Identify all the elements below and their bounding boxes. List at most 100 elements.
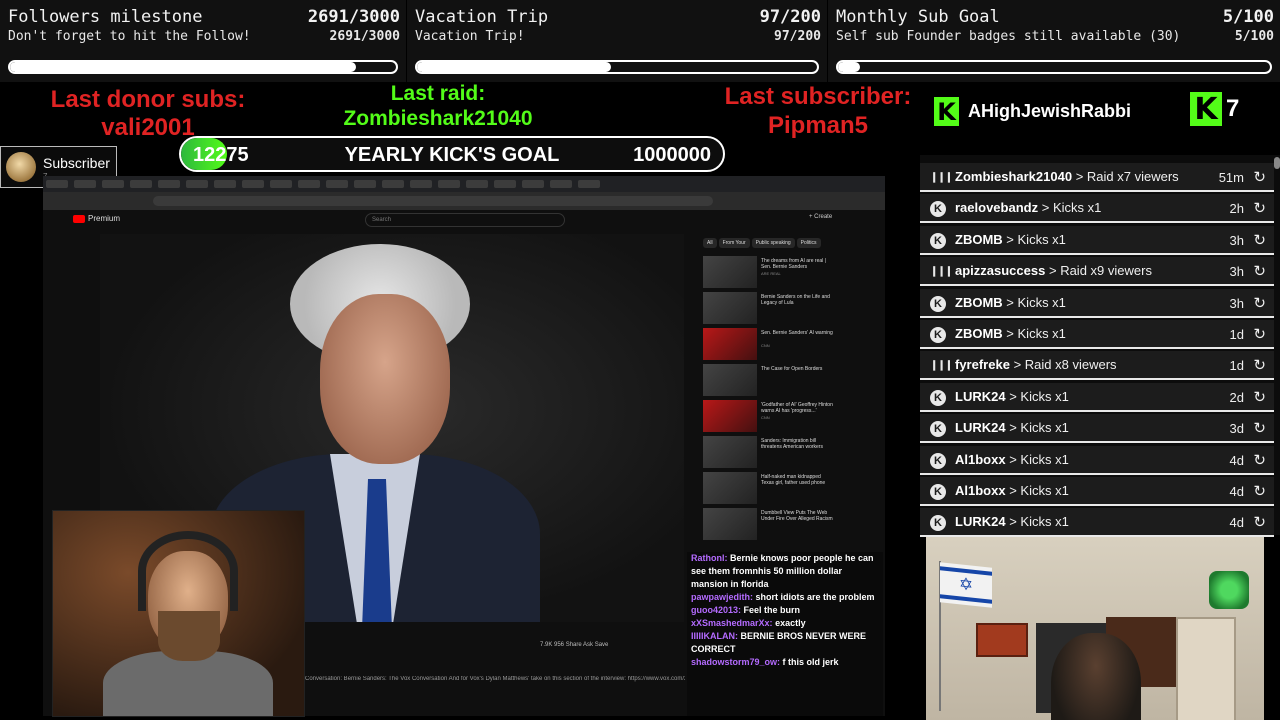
browser-tab-strip[interactable] bbox=[43, 176, 885, 192]
feed-user: apizzasuccess bbox=[955, 263, 1046, 279]
kick-icon: K bbox=[930, 515, 946, 532]
feed-time: 3h bbox=[1229, 232, 1244, 248]
replay-icon[interactable]: ↻ bbox=[1253, 231, 1266, 249]
feed-action: Kicks x1 bbox=[1017, 326, 1066, 341]
feed-item[interactable]: K Al1boxx > Kicks x1 4d ↻ bbox=[920, 445, 1274, 475]
feed-item[interactable]: K LURK24 > Kicks x1 2d ↻ bbox=[920, 382, 1274, 412]
feed-user: Al1boxx bbox=[955, 451, 1006, 467]
feed-action: Kicks x1 bbox=[1020, 514, 1069, 530]
stream-chat: Rathonl: Bernie knows poor people he can… bbox=[687, 552, 883, 716]
feed-time: 4d bbox=[1229, 484, 1244, 499]
replay-icon[interactable]: ↻ bbox=[1253, 262, 1266, 280]
feed-user: Zombieshark21040 bbox=[955, 169, 1073, 184]
feed-user: fyrefreke bbox=[955, 357, 1010, 373]
browser-toolbar bbox=[43, 192, 885, 210]
replay-icon[interactable]: ↻ bbox=[1253, 513, 1266, 531]
feed-item[interactable]: K ZBOMB > Kicks x1 1d ↻ bbox=[920, 320, 1274, 349]
replay-icon[interactable]: ↻ bbox=[1253, 451, 1266, 469]
filter-chips: All From Your Public speaking Politics bbox=[703, 238, 823, 248]
goal-subtitle: Self sub Founder badges still available … bbox=[836, 29, 1181, 44]
recommended-video[interactable]: 'Godfather of AI' Geoffrey Hinton warns … bbox=[703, 400, 843, 436]
guest-webcam: ✡ bbox=[926, 537, 1264, 720]
chip[interactable]: All bbox=[703, 238, 717, 248]
chip[interactable]: Politics bbox=[796, 238, 821, 248]
feed-user: LURK24 bbox=[955, 514, 1006, 530]
feed-action: Kicks x1 bbox=[1017, 294, 1066, 310]
chip[interactable]: From Your bbox=[718, 238, 750, 248]
recommended-video[interactable]: The dreams from AI are real | Sen. Berni… bbox=[703, 256, 843, 292]
feed-item[interactable]: K LURK24 > Kicks x1 4d ↻ bbox=[920, 508, 1274, 538]
replay-icon[interactable]: ↻ bbox=[1253, 199, 1266, 217]
feed-user: LURK24 bbox=[955, 420, 1006, 436]
goal-count: 2691/3000 bbox=[307, 7, 400, 27]
search-input[interactable]: Search bbox=[365, 213, 565, 227]
kick-top-user: AHighJewishRabbi bbox=[968, 101, 1132, 121]
feed-time: 3h bbox=[1229, 264, 1244, 280]
recommended-video[interactable]: Sanders: Immigration bill threatens Amer… bbox=[703, 436, 843, 472]
kick-icon: K bbox=[930, 421, 946, 438]
feed-time: 2d bbox=[1229, 389, 1244, 405]
recommended-video[interactable]: Half-naked man kidnapped Texas girl, fat… bbox=[703, 472, 843, 508]
goal-subcount: 5/100 bbox=[1234, 29, 1274, 44]
video-actions[interactable]: 7.9K 956 Share Ask Save bbox=[540, 642, 608, 648]
goal-title: Vacation Trip bbox=[415, 7, 549, 27]
goal-progress-bar bbox=[836, 60, 1272, 74]
feed-item[interactable]: K LURK24 > Kicks x1 3d ↻ bbox=[920, 414, 1274, 444]
feed-item[interactable]: ❙❙❙ fyrefreke > Raid x8 viewers 1d ↻ bbox=[920, 351, 1274, 381]
feed-scrollbar[interactable] bbox=[1274, 157, 1280, 169]
last-donor-title: Last donor subs: bbox=[50, 86, 246, 113]
goal-count: 5/100 bbox=[1222, 7, 1274, 27]
youtube-logo[interactable]: Premium bbox=[73, 214, 120, 223]
feed-item[interactable]: K Al1boxx > Kicks x1 4d ↻ bbox=[920, 477, 1274, 506]
feed-item[interactable]: ❙❙❙ Zombieshark21040 > Raid x7 viewers 51m… bbox=[920, 163, 1274, 192]
chip[interactable]: Public speaking bbox=[751, 238, 795, 248]
recommended-video[interactable]: Dumbbell View Puts The Web Under Fire Ov… bbox=[703, 508, 843, 544]
goal-vacation: Vacation Trip 97/200 Vacation Trip! 97/2… bbox=[407, 0, 827, 82]
subscriber-label: Subscriber bbox=[43, 155, 110, 171]
kick-goal-target: 1000000 bbox=[633, 144, 711, 166]
feed-item[interactable]: ❙❙❙ apizzasuccess > Raid x9 viewers 3h ↻ bbox=[920, 257, 1274, 287]
kick-icon: K bbox=[930, 484, 946, 500]
recommended-video[interactable]: Bernie Sanders on the Life and Legacy of… bbox=[703, 292, 843, 328]
chat-message: shadowstorm79_ow: f this old jerk bbox=[691, 657, 839, 667]
goal-subcount: 2691/3000 bbox=[329, 29, 400, 44]
feed-time: 1d bbox=[1229, 327, 1244, 342]
feed-time: 2h bbox=[1229, 201, 1244, 217]
recommended-video[interactable]: Sen. Bernie Sanders' AI warning CNN bbox=[703, 328, 843, 364]
replay-icon[interactable]: ↻ bbox=[1253, 294, 1266, 312]
kick-icon: K bbox=[930, 452, 946, 469]
feed-action: Raid x7 viewers bbox=[1086, 169, 1179, 184]
create-button[interactable]: + Create bbox=[809, 214, 832, 220]
youtube-header: Premium Search + Create bbox=[43, 210, 885, 230]
feed-item[interactable]: K ZBOMB > Kicks x1 3h ↻ bbox=[920, 288, 1274, 318]
feed-action: Kicks x1 bbox=[1017, 231, 1066, 247]
feed-user: ZBOMB bbox=[955, 326, 1003, 341]
feed-item[interactable]: Kraelovebandz > Kicks x1 2h ↻ bbox=[920, 194, 1274, 224]
replay-icon[interactable]: ↻ bbox=[1253, 168, 1266, 186]
last-raid-name: Zombieshark21040 bbox=[343, 107, 533, 130]
goal-subtitle: Vacation Trip! bbox=[415, 29, 525, 44]
goal-count: 97/200 bbox=[759, 7, 821, 27]
feed-item[interactable]: K ZBOMB > Kicks x1 3h ↻ bbox=[920, 225, 1274, 255]
chat-message: Rathonl: Bernie knows poor people he can… bbox=[691, 553, 874, 589]
feed-user: LURK24 bbox=[955, 388, 1006, 404]
kick-icon: K bbox=[930, 232, 946, 249]
feed-user: Al1boxx bbox=[955, 483, 1006, 498]
chat-message: xXSmashedmarXx: exactly bbox=[691, 618, 806, 628]
replay-icon[interactable]: ↻ bbox=[1253, 325, 1266, 343]
replay-icon[interactable]: ↻ bbox=[1253, 419, 1266, 437]
feed-time: 1d bbox=[1229, 358, 1244, 374]
address-bar[interactable] bbox=[153, 196, 713, 206]
feed-action: Kicks x1 bbox=[1020, 388, 1069, 404]
replay-icon[interactable]: ↻ bbox=[1253, 356, 1266, 374]
replay-icon[interactable]: ↻ bbox=[1253, 388, 1266, 406]
goal-title: Monthly Sub Goal bbox=[836, 7, 1000, 27]
recommended-video[interactable]: The Case for Open Borders bbox=[703, 364, 843, 400]
video-description: Conversation: Bernie Sanders: The Vox Co… bbox=[305, 676, 685, 682]
feed-time: 3d bbox=[1229, 421, 1244, 437]
clover-icon bbox=[1209, 571, 1249, 609]
last-sub-name: Pipman5 bbox=[767, 112, 869, 139]
activity-feed: ❙❙❙ Zombieshark21040 > Raid x7 viewers 51m… bbox=[920, 155, 1280, 538]
goal-title: Followers milestone bbox=[8, 7, 203, 27]
replay-icon[interactable]: ↻ bbox=[1253, 482, 1266, 500]
